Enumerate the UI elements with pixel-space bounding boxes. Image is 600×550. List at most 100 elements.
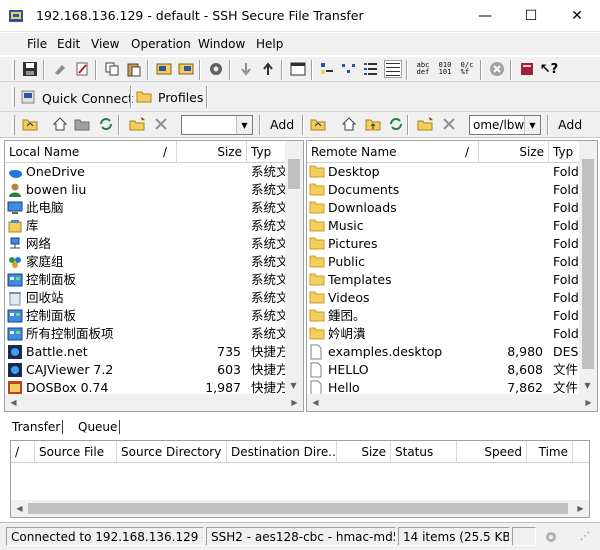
new-window-icon[interactable]	[289, 60, 307, 78]
menu-edit[interactable]: Edit	[57, 37, 80, 51]
tab-transfer[interactable]: Transfer	[10, 420, 64, 434]
local-delete-icon[interactable]	[152, 115, 170, 133]
stop-icon[interactable]	[488, 60, 506, 78]
local-size-column-header[interactable]: Size	[177, 141, 247, 163]
help-book-icon[interactable]	[518, 60, 536, 78]
local-add-button[interactable]: Add	[270, 117, 294, 132]
remote-add-button[interactable]: Add	[558, 117, 582, 132]
remote-file-list[interactable]: Remote Name / Size Typ Desktop Fold Docume…	[306, 140, 598, 412]
small-icons-icon[interactable]	[340, 60, 358, 78]
local-vertical-scrollbar[interactable]: ▼	[285, 141, 303, 394]
remote-file-row[interactable]: Videos Fold	[307, 289, 597, 307]
toolbar-grip[interactable]	[12, 115, 15, 135]
toolbar-grip[interactable]	[12, 87, 15, 107]
local-file-row[interactable]: CAJViewer 7.2 603 快捷方	[5, 361, 303, 379]
local-file-row[interactable]: 所有控制面板项 系统文	[5, 325, 303, 343]
scroll-thumb[interactable]	[288, 159, 300, 189]
chevron-down-icon[interactable]: ▼	[524, 116, 540, 134]
resize-grip-icon[interactable]: ⋰	[580, 531, 594, 545]
remote-delete-icon[interactable]	[440, 115, 458, 133]
local-refresh-icon[interactable]	[97, 115, 115, 133]
local-file-list[interactable]: Local Name / Size Typ OneDrive 系统文 bowen l…	[4, 140, 304, 412]
remote-parent-folder-icon[interactable]	[309, 115, 327, 133]
local-file-row[interactable]: 此电脑 系统文	[5, 199, 303, 217]
remote-file-row[interactable]: HELLO 8,608 文件	[307, 361, 597, 379]
remote-refresh-icon[interactable]	[387, 115, 405, 133]
remote-file-row[interactable]: 鍾囨。 Fold	[307, 307, 597, 325]
scroll-thumb[interactable]	[582, 159, 594, 369]
copy-icon[interactable]	[103, 60, 121, 78]
minimize-button[interactable]: —	[462, 0, 508, 32]
scroll-right-icon[interactable]: ▶	[286, 394, 303, 411]
local-file-row[interactable]: Battle.net 735 快捷方	[5, 343, 303, 361]
remote-file-row[interactable]: Music Fold	[307, 217, 597, 235]
save-icon[interactable]	[21, 60, 39, 78]
new-file-transfer-icon[interactable]	[177, 60, 195, 78]
menu-help[interactable]: Help	[256, 37, 283, 51]
time-column-header[interactable]: Time	[527, 441, 573, 463]
menu-file[interactable]: File	[27, 37, 47, 51]
menu-view[interactable]: View	[91, 37, 119, 51]
scroll-right-icon[interactable]: ▶	[580, 394, 597, 411]
local-home-icon[interactable]	[51, 115, 69, 133]
remote-file-row[interactable]: Downloads Fold	[307, 199, 597, 217]
local-type-column-header[interactable]: Typ	[247, 141, 287, 163]
close-button[interactable]: ✕	[554, 0, 600, 32]
local-folder-up-icon[interactable]	[73, 115, 91, 133]
local-file-row[interactable]: 库 系统文	[5, 217, 303, 235]
scroll-left-icon[interactable]: ◀	[5, 394, 22, 411]
scroll-thumb[interactable]	[28, 503, 568, 514]
settings-icon[interactable]	[207, 60, 225, 78]
profiles-button[interactable]: Profiles	[136, 89, 203, 106]
quick-connect-button[interactable]: Quick Connect	[20, 89, 133, 108]
menu-window[interactable]: Window	[198, 37, 245, 51]
local-horizontal-scrollbar[interactable]: ◀ ▶	[5, 394, 303, 411]
remote-path-combo[interactable]: ome/lbw ▼	[469, 115, 541, 135]
local-path-combo[interactable]: ▼	[181, 115, 253, 135]
tab-queue[interactable]: Queue	[76, 420, 121, 434]
scroll-left-icon[interactable]: ◀	[307, 394, 324, 411]
remote-file-row[interactable]: Desktop Fold	[307, 163, 597, 181]
local-name-column-header[interactable]: Local Name	[5, 141, 177, 163]
remote-size-column-header[interactable]: Size	[479, 141, 549, 163]
list-view-icon[interactable]	[362, 60, 380, 78]
context-help-icon[interactable]: ↖?	[540, 60, 558, 78]
binary-mode-icon[interactable]: 010 101	[436, 60, 454, 78]
toolbar-grip[interactable]	[12, 60, 15, 80]
scroll-down-icon[interactable]: ▼	[285, 377, 302, 394]
remote-file-row[interactable]: 妗岄潰 Fold	[307, 325, 597, 343]
transfer-list[interactable]: / Source File Source Directory Destinati…	[10, 440, 590, 518]
source-file-column-header[interactable]: Source File	[35, 441, 117, 463]
local-file-row[interactable]: 家庭组 系统文	[5, 253, 303, 271]
new-terminal-icon[interactable]	[155, 60, 173, 78]
remote-new-folder-icon[interactable]	[416, 115, 434, 133]
disconnect-icon[interactable]	[51, 60, 69, 78]
download-arrow-icon[interactable]	[237, 60, 255, 78]
remote-name-column-header[interactable]: Remote Name	[307, 141, 479, 163]
menu-operation[interactable]: Operation	[131, 37, 191, 51]
remote-file-row[interactable]: examples.desktop 8,980 DES	[307, 343, 597, 361]
paste-icon[interactable]	[125, 60, 143, 78]
destination-directory-column-header[interactable]: Destination Dire...	[227, 441, 337, 463]
remote-file-row[interactable]: Documents Fold	[307, 181, 597, 199]
local-file-row[interactable]: 回收站 系统文	[5, 289, 303, 307]
large-icons-icon[interactable]	[318, 60, 336, 78]
transfer-horizontal-scrollbar[interactable]: ◀ ▶	[11, 500, 589, 517]
upload-arrow-icon[interactable]	[259, 60, 277, 78]
print-icon[interactable]	[73, 60, 91, 78]
scroll-right-icon[interactable]: ▶	[572, 500, 589, 517]
local-parent-folder-icon[interactable]	[21, 115, 39, 133]
remote-file-row[interactable]: Public Fold	[307, 253, 597, 271]
scroll-down-icon[interactable]: ▼	[579, 377, 596, 394]
local-file-row[interactable]: bowen liu 系统文	[5, 181, 303, 199]
local-file-row[interactable]: 网络 系统文	[5, 235, 303, 253]
auto-mode-icon[interactable]: 0/c %f	[458, 60, 476, 78]
speed-column-header[interactable]: Speed	[457, 441, 527, 463]
local-file-row[interactable]: 控制面板 系统文	[5, 271, 303, 289]
remote-file-row[interactable]: Pictures Fold	[307, 235, 597, 253]
local-file-row[interactable]: 控制面板 系统文	[5, 307, 303, 325]
remote-horizontal-scrollbar[interactable]: ◀ ▶	[307, 394, 597, 411]
remote-vertical-scrollbar[interactable]: ▼	[579, 141, 597, 394]
chevron-down-icon[interactable]: ▼	[236, 116, 252, 134]
maximize-button[interactable]: ☐	[508, 0, 554, 32]
